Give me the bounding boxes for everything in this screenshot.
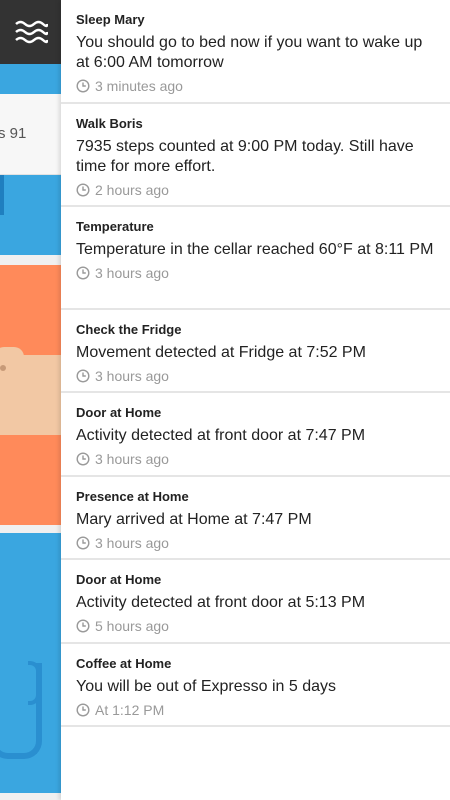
clock-icon [76,703,90,717]
notification-title: Walk Boris [76,116,143,131]
menu-button[interactable] [0,0,61,64]
notification-title: Door at Home [76,572,162,587]
clock-icon [76,452,90,466]
notification-title: Door at Home [76,405,162,420]
notification-item[interactable]: Check the Fridge Movement detected at Fr… [61,310,450,393]
notification-item[interactable]: Door at Home Activity detected at front … [61,393,450,477]
notification-item[interactable]: Temperature Temperature in the cellar re… [61,207,450,310]
background-blue-illustration [0,533,61,793]
wave-menu-icon [14,20,48,44]
notification-time: 3 hours ago [95,265,169,281]
notification-item[interactable]: Presence at Home Mary arrived at Home at… [61,477,450,560]
notification-time: At 1:12 PM [95,702,165,718]
notification-title: Presence at Home [76,489,189,504]
background-blue-card [0,175,61,255]
background-blue-band [0,64,61,94]
notification-item[interactable]: Sleep Mary You should go to bed now if y… [61,0,450,104]
clock-icon [76,79,90,93]
notification-body: Mary arrived at Home at 7:47 PM [76,511,312,528]
notification-title: Temperature [76,219,154,234]
notification-item[interactable]: Coffee at Home You will be out of Expres… [61,644,450,727]
notification-time: 3 hours ago [95,368,169,384]
notification-body: 7935 steps counted at 9:00 PM today. Sti… [76,138,414,175]
notification-drawer: Sleep Mary You should go to bed now if y… [61,0,450,800]
clock-icon [76,536,90,550]
notification-item[interactable]: Walk Boris 7935 steps counted at 9:00 PM… [61,104,450,207]
notification-title: Check the Fridge [76,322,182,337]
clock-icon [76,369,90,383]
clock-icon [76,183,90,197]
notification-item[interactable]: Door at Home Activity detected at front … [61,560,450,644]
notification-time: 3 hours ago [95,451,169,467]
notification-body: Temperature in the cellar reached 60°F a… [76,241,434,258]
notification-time: 3 minutes ago [95,78,183,94]
notification-time: 5 hours ago [95,618,169,634]
notification-body: Movement detected at Fridge at 7:52 PM [76,344,366,361]
notification-time: 2 hours ago [95,182,169,198]
notification-body: Activity detected at front door at 7:47 … [76,427,366,444]
background-app: s 91 [0,0,61,800]
notification-body: You will be out of Expresso in 5 days [76,678,337,695]
notification-body: You should go to bed now if you want to … [76,34,423,71]
background-count-text: s 91 [0,125,27,142]
notification-time: 3 hours ago [95,535,169,551]
notification-title: Sleep Mary [76,12,145,27]
background-illustration [0,347,61,435]
clock-icon [76,619,90,633]
clock-icon [76,266,90,280]
notification-title: Coffee at Home [76,656,172,671]
notification-body: Activity detected at front door at 5:13 … [76,594,366,611]
